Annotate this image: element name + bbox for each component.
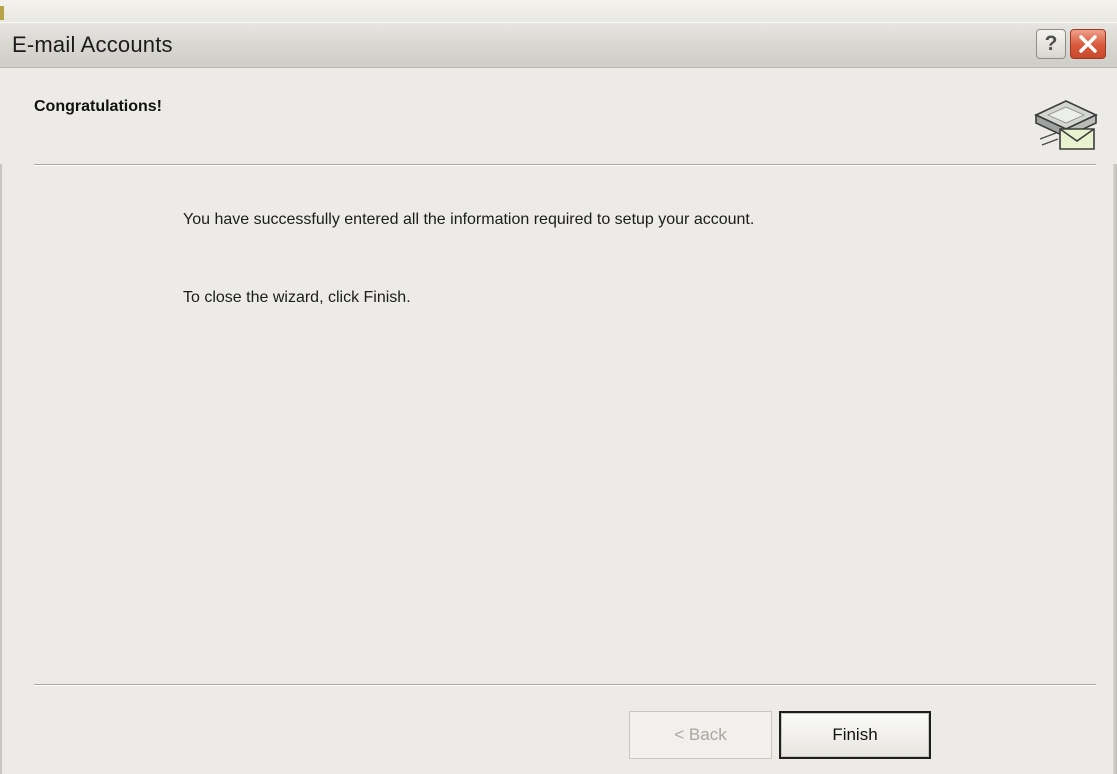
close-button[interactable] [1070, 29, 1106, 59]
background-window-strip [0, 0, 1117, 22]
wizard-header-title: Congratulations! [34, 98, 162, 115]
window-title: E-mail Accounts [12, 32, 173, 57]
back-button[interactable]: < Back [629, 711, 772, 759]
finish-button[interactable]: Finish [779, 711, 931, 759]
help-icon: ? [1044, 32, 1058, 55]
header-separator [34, 164, 1096, 166]
close-instructions: To close the wizard, click Finish. [183, 289, 411, 306]
email-accounts-icon [1034, 100, 1098, 150]
email-accounts-dialog: E-mail Accounts ? Congratulations! You h… [0, 0, 1117, 774]
background-window-edge [0, 6, 4, 20]
window-right-border [1113, 68, 1117, 774]
title-bar[interactable]: E-mail Accounts ? [0, 22, 1117, 68]
close-icon [1079, 35, 1097, 53]
footer-separator [34, 684, 1096, 686]
wizard-header: Congratulations! [0, 68, 1117, 164]
window-left-border [0, 68, 2, 774]
success-message: You have successfully entered all the in… [183, 211, 755, 228]
help-button[interactable]: ? [1036, 29, 1066, 59]
